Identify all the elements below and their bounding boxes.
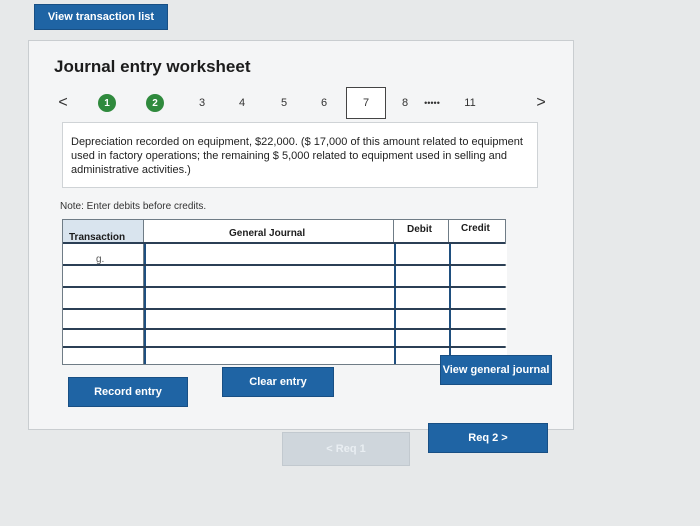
step-7-current[interactable]: 7 (346, 87, 386, 119)
account-select[interactable] (144, 310, 394, 328)
journal-table: Transaction General Journal Debit Credit… (62, 219, 507, 365)
credit-input[interactable] (449, 244, 507, 264)
worksheet-pager: < 1 2 3 4 5 6 7 8 ••••• 11 > (54, 87, 554, 119)
req-2-button[interactable]: Req 2 > (428, 423, 548, 453)
credit-input[interactable] (449, 330, 507, 346)
header-credit: Credit (461, 223, 490, 234)
step-8[interactable]: 8 (398, 90, 412, 116)
note-text: Note: Enter debits before credits. (60, 201, 207, 212)
step-5[interactable]: 5 (276, 90, 292, 116)
transaction-description: Depreciation recorded on equipment, $22,… (62, 122, 538, 188)
account-select[interactable] (144, 288, 394, 308)
debit-input[interactable] (394, 310, 449, 328)
step-2[interactable]: 2 (146, 94, 164, 112)
header-general-journal: General Journal (229, 228, 306, 239)
debit-input[interactable] (394, 288, 449, 308)
next-chevron-icon[interactable]: > (532, 90, 550, 116)
header-debit: Debit (407, 224, 432, 235)
step-4[interactable]: 4 (234, 90, 250, 116)
clear-entry-button[interactable]: Clear entry (222, 367, 334, 397)
step-3[interactable]: 3 (194, 90, 210, 116)
worksheet-title: Journal entry worksheet (54, 57, 251, 76)
credit-input[interactable] (449, 266, 507, 286)
transaction-cell: g. (96, 254, 105, 265)
account-select[interactable] (144, 244, 394, 264)
pager-ellipsis: ••••• (424, 98, 440, 108)
account-select[interactable] (144, 330, 394, 346)
view-transaction-list-button[interactable]: View transaction list (34, 4, 168, 30)
view-general-journal-button[interactable]: View general journal (440, 355, 552, 385)
credit-input[interactable] (449, 288, 507, 308)
previous-chevron-icon[interactable]: < (54, 90, 72, 116)
debit-input[interactable] (394, 330, 449, 346)
step-1[interactable]: 1 (98, 94, 116, 112)
debit-input[interactable] (394, 266, 449, 286)
record-entry-button[interactable]: Record entry (68, 377, 188, 407)
step-11[interactable]: 11 (462, 90, 478, 116)
credit-input[interactable] (449, 310, 507, 328)
account-select[interactable] (144, 266, 394, 286)
account-select[interactable] (144, 348, 394, 364)
debit-input[interactable] (394, 244, 449, 264)
step-6[interactable]: 6 (316, 90, 332, 116)
req-1-button: < Req 1 (282, 432, 410, 466)
